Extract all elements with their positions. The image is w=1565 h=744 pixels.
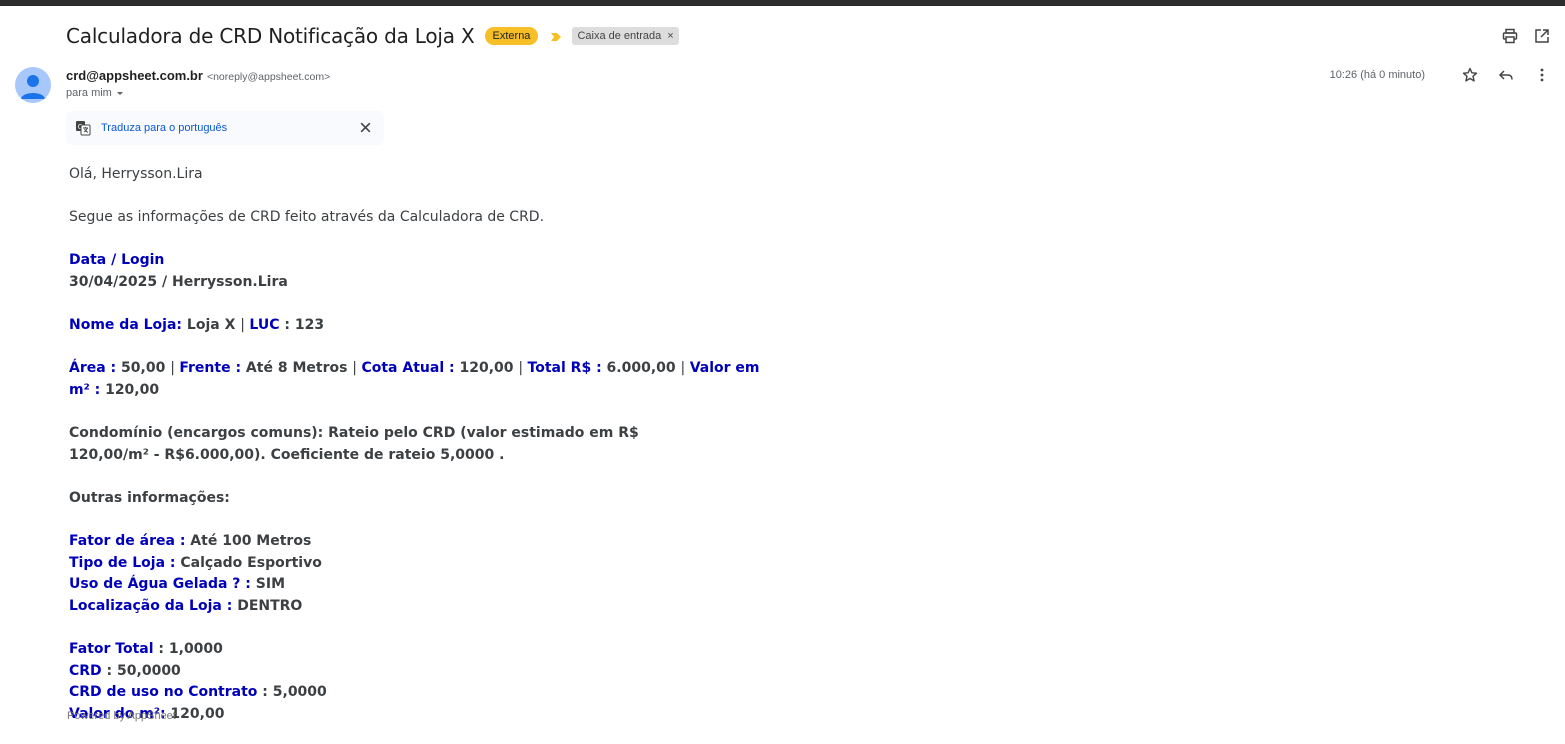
window-top-bar xyxy=(0,0,1565,6)
agua-value: SIM xyxy=(250,576,286,593)
email-subject: Calculadora de CRD Notificação da Loja X xyxy=(66,24,475,48)
separator: | xyxy=(518,360,524,377)
crd-value: : 50,0000 xyxy=(101,662,181,679)
fator-area-line: Fator de área : Até 100 Metros xyxy=(69,531,769,553)
importance-marker-icon[interactable] xyxy=(550,30,562,42)
star-icon[interactable] xyxy=(1461,66,1479,84)
crd-label: CRD xyxy=(69,662,102,679)
intro-text: Segue as informações de CRD feito atravé… xyxy=(69,209,545,226)
metrics-line: Área : 50,00 | Frente : Até 8 Metros | C… xyxy=(69,358,769,401)
fator-total-line: Fator Total : 1,0000 xyxy=(69,639,769,661)
crd-contrato-label: CRD de uso no Contrato xyxy=(69,684,258,701)
luc-value: : 123 xyxy=(279,317,325,334)
tipo-loja-label: Tipo de Loja : xyxy=(69,554,176,571)
separator: | xyxy=(240,317,245,334)
subject-actions xyxy=(1501,27,1551,45)
greeting: Olá, Herrysson.Lira xyxy=(69,166,203,182)
luc-label: LUC xyxy=(249,317,280,334)
frente-value: Até 8 Metros xyxy=(241,360,353,377)
total-label: Total R$ : xyxy=(527,360,602,377)
email-body: Olá, Herrysson.Lira Segue as informações… xyxy=(69,164,769,725)
timestamp: 10:26 (há 0 minuto) xyxy=(1329,69,1425,81)
total-value: 6.000,00 xyxy=(601,360,681,377)
separator: | xyxy=(170,360,175,377)
chevron-down-icon xyxy=(116,92,123,95)
valor-m2-value: 120,00 xyxy=(100,381,160,398)
more-options-icon[interactable] xyxy=(1533,66,1551,84)
email-subject-row: Calculadora de CRD Notificação da Loja X… xyxy=(66,23,679,49)
localizacao-label: Localização da Loja : xyxy=(69,597,233,614)
sender-line: crd@appsheet.com.br <noreply@appsheet.co… xyxy=(66,68,330,83)
translate-link[interactable]: Traduza para o português xyxy=(101,122,227,134)
inbox-label-text: Caixa de entrada xyxy=(577,30,662,42)
close-icon[interactable] xyxy=(359,121,372,134)
other-info-heading: Outras informações: xyxy=(69,489,230,506)
cota-value: 120,00 xyxy=(454,360,519,377)
agua-label: Uso de Água Gelada ? : xyxy=(69,576,251,593)
powered-by-footer: Powered by AppSheet xyxy=(67,710,176,722)
remove-label-icon[interactable]: × xyxy=(667,29,673,43)
frente-label: Frente : xyxy=(179,360,242,377)
fator-area-value: Até 100 Metros xyxy=(185,533,312,550)
agua-line: Uso de Água Gelada ? : SIM xyxy=(69,574,769,596)
translate-icon: G xyxy=(76,121,91,136)
message-actions: 10:26 (há 0 minuto) xyxy=(1330,66,1551,84)
fator-total-label: Fator Total xyxy=(69,641,154,658)
data-login-value: 30/04/2025 / Herrysson.Lira xyxy=(69,273,288,290)
crd-line: CRD : 50,0000 xyxy=(69,661,769,683)
fator-area-label: Fator de área : xyxy=(69,533,186,550)
external-badge: Externa xyxy=(484,27,539,45)
store-name-line: Nome da Loja: Loja X | LUC : 123 xyxy=(69,315,769,337)
store-name-value: Loja X xyxy=(182,317,241,334)
data-login-label: Data / Login xyxy=(69,252,165,269)
localizacao-line: Localização da Loja : DENTRO xyxy=(69,596,769,618)
reply-icon[interactable] xyxy=(1497,66,1515,84)
recipients-text: para mim xyxy=(66,87,112,99)
sender-email: <noreply@appsheet.com> xyxy=(206,71,331,83)
fator-total-value: : 1,0000 xyxy=(153,641,223,658)
localizacao-value: DENTRO xyxy=(232,597,303,614)
area-value: 50,00 xyxy=(116,360,171,377)
area-label: Área : xyxy=(69,360,117,377)
cota-label: Cota Atual : xyxy=(361,360,455,377)
open-in-new-window-icon[interactable] xyxy=(1533,27,1551,45)
sender-name[interactable]: crd@appsheet.com.br xyxy=(66,68,203,83)
sender-avatar[interactable] xyxy=(15,67,51,103)
store-name-label: Nome da Loja: xyxy=(69,317,183,334)
recipients-toggle[interactable]: para mim xyxy=(66,87,125,99)
crd-contrato-line: CRD de uso no Contrato : 5,0000 xyxy=(69,682,769,704)
translate-bar: G Traduza para o português xyxy=(66,111,384,145)
inbox-label-chip[interactable]: Caixa de entrada × xyxy=(572,27,679,45)
tipo-loja-line: Tipo de Loja : Calçado Esportivo xyxy=(69,553,769,575)
person-icon xyxy=(21,75,45,99)
condominio-line-1: Condomínio (encargos comuns): Rateio pel… xyxy=(69,425,639,442)
crd-contrato-value: : 5,0000 xyxy=(257,684,327,701)
tipo-loja-value: Calçado Esportivo xyxy=(175,554,322,571)
print-icon[interactable] xyxy=(1501,27,1519,45)
separator: | xyxy=(352,360,358,377)
separator: | xyxy=(680,360,686,377)
condominio-line-2: 120,00/m² - R$6.000,00). Coeficiente de … xyxy=(69,446,505,463)
